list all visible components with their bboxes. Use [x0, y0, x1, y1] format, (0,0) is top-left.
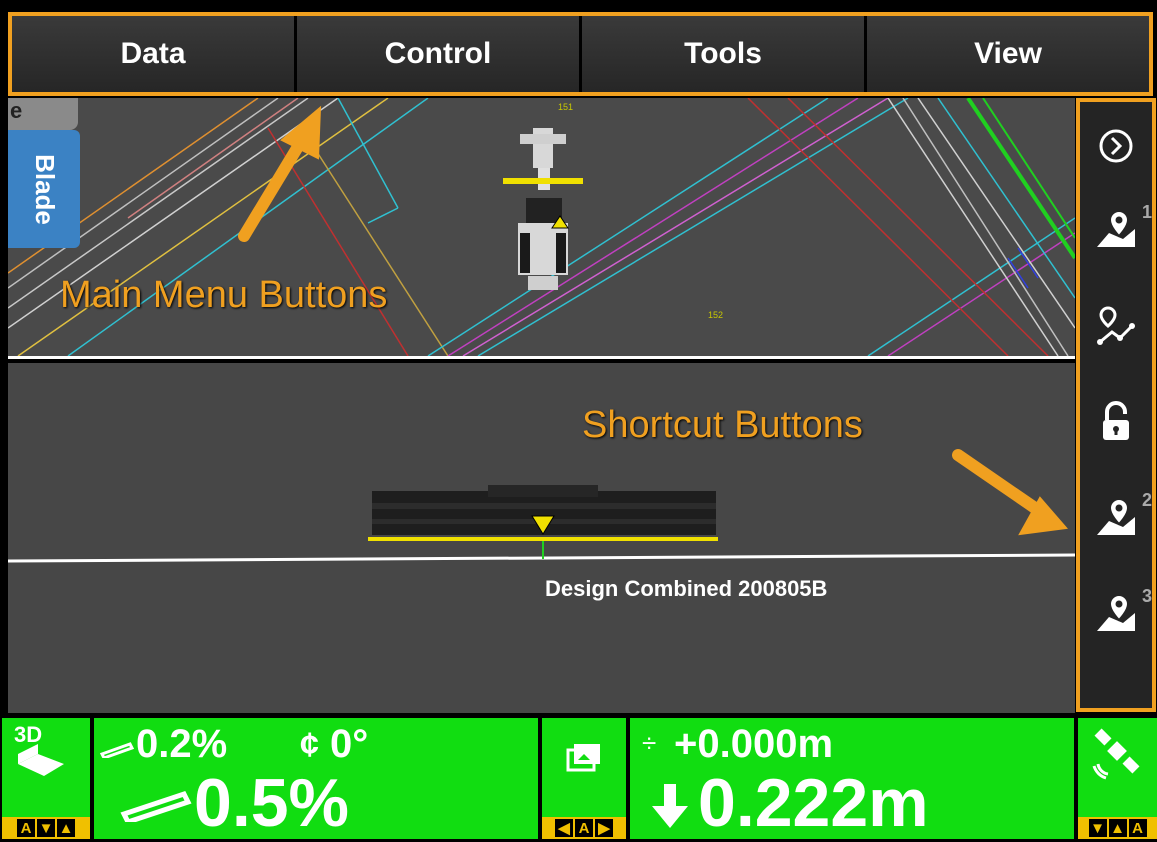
blade-side-tab[interactable]: Blade	[8, 130, 80, 248]
shortcut-bar: 1 2 3	[1076, 98, 1156, 712]
shortcut-expand-button[interactable]	[1084, 110, 1148, 182]
cross-slope-target: 0.2%	[136, 722, 228, 766]
plan-view[interactable]: 151 152	[8, 98, 1075, 359]
corner-tab[interactable]: e	[8, 98, 78, 130]
unlock-icon	[1103, 401, 1129, 440]
slope-bar-icon	[100, 742, 134, 758]
gnss-cell[interactable]: ▼ ▲ A	[1078, 718, 1157, 839]
menu-button-data[interactable]: Data	[12, 16, 297, 92]
shortcut-map-layer-3-button[interactable]: 3	[1084, 566, 1152, 662]
gnss-auto-controls[interactable]: ▼ ▲ A	[1078, 817, 1157, 839]
map-pin-layer-icon	[1097, 593, 1135, 631]
shortcut-superscript: 3	[1141, 586, 1152, 606]
main-menu-bar: Data Control Tools View	[8, 12, 1153, 96]
menu-button-control[interactable]: Control	[297, 16, 582, 92]
shortcut-map-layer-2-button[interactable]: 2	[1084, 470, 1152, 566]
mode-cell[interactable]: 3D A ▼ ▲	[2, 718, 90, 839]
shortcut-superscript: 1	[1141, 202, 1152, 222]
view-auto-controls[interactable]: ◀ A ▶	[542, 817, 626, 839]
satellite-icon	[1092, 728, 1140, 780]
menu-button-view[interactable]: View	[867, 16, 1149, 92]
blade-tab-label: Blade	[29, 153, 60, 225]
slope-bar-large-icon	[120, 790, 192, 822]
auto-indicator-gnss: A	[1128, 819, 1147, 837]
cross-slope-actual: 0.5%	[194, 765, 349, 841]
shortcut-lock-button[interactable]	[1084, 374, 1148, 470]
machine-control-screen: Data Control Tools View 151 152 e Blade …	[0, 0, 1157, 841]
mode-label: 3D	[14, 722, 43, 747]
elevation-offset: +0.000m	[674, 722, 834, 766]
menu-button-tools[interactable]: Tools	[582, 16, 867, 92]
elevation-offset-icon: ÷	[642, 728, 657, 758]
rotation-value: 0°	[330, 722, 369, 766]
down-arrow-icon[interactable]: ▼	[1088, 819, 1107, 837]
station-label: 151	[558, 102, 573, 112]
status-bar: 3D A ▼ ▲ 0.2% 0° ¢ 0.5% ◀ A ▶ ÷ +0.000m …	[0, 716, 1157, 841]
profile-view[interactable]	[8, 363, 1075, 713]
design-name-label: Design Combined 200805B	[545, 576, 828, 601]
cut-arrow-icon	[652, 784, 688, 828]
shortcut-route-button[interactable]	[1084, 278, 1148, 374]
up-arrow-icon[interactable]: ▲	[57, 819, 75, 837]
elevation-cell[interactable]: ÷ +0.000m 0.222m	[630, 718, 1074, 841]
mode-auto-controls[interactable]: A ▼ ▲	[2, 817, 90, 839]
main-menu-annotation: Main Menu Buttons	[60, 274, 388, 316]
right-arrow-icon[interactable]: ▶	[595, 819, 613, 837]
machine-top-view	[503, 128, 583, 290]
left-arrow-icon[interactable]: ◀	[555, 819, 573, 837]
auto-indicator-view: A	[575, 819, 593, 837]
chevron-right-circle-icon	[1099, 129, 1133, 163]
blade-profile	[8, 485, 1075, 563]
shortcut-map-layer-1-button[interactable]: 1	[1084, 182, 1152, 278]
rotation-icon: ¢	[300, 726, 319, 764]
image-gallery-icon	[566, 744, 600, 772]
cut-fill-value: 0.222m	[698, 765, 929, 841]
auto-indicator: A	[17, 819, 35, 837]
design-linework: 151 152	[8, 98, 1075, 356]
up-arrow-icon[interactable]: ▲	[1108, 819, 1127, 837]
station-label: 152	[708, 310, 723, 320]
view-toggle-cell[interactable]: ◀ A ▶	[542, 718, 626, 839]
cross-slope-cell[interactable]: 0.2% 0° ¢ 0.5%	[94, 718, 538, 841]
shortcut-superscript: 2	[1141, 490, 1152, 510]
down-arrow-icon[interactable]: ▼	[37, 819, 55, 837]
shortcut-annotation: Shortcut Buttons	[582, 404, 863, 446]
route-points-icon	[1097, 306, 1135, 345]
map-pin-layer-icon	[1097, 497, 1135, 535]
map-pin-layer-icon	[1097, 209, 1135, 247]
